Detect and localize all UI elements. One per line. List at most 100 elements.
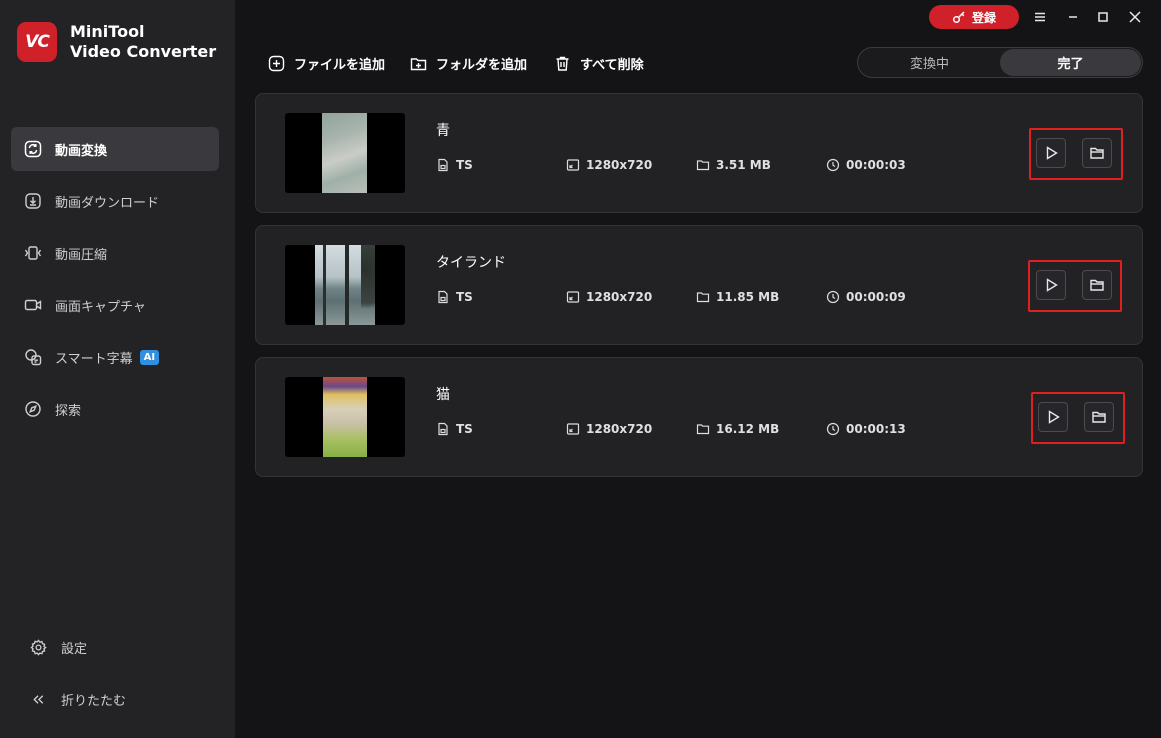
duration-value: 00:00:09 bbox=[846, 290, 906, 304]
plus-circle-icon bbox=[268, 55, 285, 72]
open-folder-button[interactable] bbox=[1082, 138, 1112, 168]
app-logo: VC MiniTool Video Converter bbox=[17, 22, 216, 62]
clock-icon bbox=[826, 158, 840, 172]
video-thumbnail[interactable] bbox=[285, 113, 405, 193]
file-resolution: 1280x720 bbox=[566, 290, 652, 304]
register-button[interactable]: 登録 bbox=[929, 5, 1019, 29]
camera-icon bbox=[24, 299, 42, 311]
video-thumbnail[interactable] bbox=[285, 377, 405, 457]
play-icon bbox=[1046, 146, 1058, 160]
duration-value: 00:00:03 bbox=[846, 158, 906, 172]
file-size: 11.85 MB bbox=[696, 290, 779, 304]
open-folder-button[interactable] bbox=[1084, 402, 1114, 432]
file-duration: 00:00:09 bbox=[826, 290, 906, 304]
sidebar-item-label: 動画圧縮 bbox=[55, 247, 108, 263]
clock-icon bbox=[826, 290, 840, 304]
file-format: TS bbox=[436, 158, 473, 172]
add-file-button[interactable]: ファイルを追加 bbox=[268, 54, 385, 73]
resolution-value: 1280x720 bbox=[586, 422, 653, 436]
status-tabs: 変換中 完了 bbox=[857, 47, 1143, 78]
minimize-button[interactable] bbox=[1064, 8, 1082, 26]
minimize-icon bbox=[1069, 16, 1077, 18]
menu-button[interactable] bbox=[1031, 8, 1049, 26]
compress-icon bbox=[24, 246, 42, 260]
file-format: TS bbox=[436, 422, 473, 436]
action-highlight bbox=[1031, 392, 1125, 444]
tab-done[interactable]: 完了 bbox=[1000, 49, 1141, 76]
file-duration: 00:00:13 bbox=[826, 422, 906, 436]
sidebar: VC MiniTool Video Converter 動画変換 動画ダウンロー… bbox=[0, 0, 235, 738]
app-title-line1: MiniTool bbox=[70, 22, 145, 41]
download-icon bbox=[25, 193, 41, 209]
file-duration: 00:00:03 bbox=[826, 158, 906, 172]
close-button[interactable] bbox=[1126, 8, 1144, 26]
action-highlight bbox=[1029, 128, 1123, 180]
file-format-icon bbox=[438, 158, 448, 172]
sidebar-item-explore[interactable]: 探索 bbox=[11, 387, 219, 431]
folder-icon bbox=[1092, 411, 1106, 423]
sidebar-item-compress[interactable]: 動画圧縮 bbox=[11, 231, 219, 275]
subtitle-icon bbox=[25, 349, 42, 366]
size-value: 3.51 MB bbox=[716, 158, 771, 172]
close-icon bbox=[1129, 11, 1141, 23]
size-value: 11.85 MB bbox=[716, 290, 780, 304]
sidebar-item-convert[interactable]: 動画変換 bbox=[11, 127, 219, 171]
tab-converting[interactable]: 変換中 bbox=[859, 49, 1000, 76]
file-name: 青 bbox=[436, 123, 450, 139]
collapse-label: 折りたたむ bbox=[61, 694, 127, 709]
video-thumbnail[interactable] bbox=[285, 245, 405, 325]
app-title-line2: Video Converter bbox=[70, 42, 217, 61]
play-icon bbox=[1046, 278, 1058, 292]
folder-icon bbox=[696, 160, 710, 171]
add-file-label: ファイルを追加 bbox=[294, 58, 386, 73]
play-button[interactable] bbox=[1036, 138, 1066, 168]
play-button[interactable] bbox=[1038, 402, 1068, 432]
settings-label: 設定 bbox=[61, 642, 88, 657]
resolution-icon bbox=[566, 291, 580, 303]
file-size: 16.12 MB bbox=[696, 422, 779, 436]
sidebar-item-label: スマート字幕 bbox=[55, 351, 133, 367]
file-name: タイランド bbox=[436, 255, 506, 271]
gear-icon bbox=[30, 639, 47, 656]
sidebar-item-download[interactable]: 動画ダウンロード bbox=[11, 179, 219, 223]
sidebar-nav: 動画変換 動画ダウンロード 動画圧縮 画面キャプチャ スマート字幕 AI 探索 bbox=[11, 127, 219, 439]
sidebar-item-label: 探索 bbox=[55, 403, 82, 419]
sidebar-item-subtitle[interactable]: スマート字幕 AI bbox=[11, 335, 219, 379]
folder-icon bbox=[1090, 147, 1104, 159]
action-highlight bbox=[1028, 260, 1122, 312]
logo-icon: VC bbox=[17, 22, 57, 62]
file-resolution: 1280x720 bbox=[566, 158, 652, 172]
file-resolution: 1280x720 bbox=[566, 422, 652, 436]
duration-value: 00:00:13 bbox=[846, 422, 906, 436]
folder-icon bbox=[1090, 279, 1104, 291]
play-icon bbox=[1048, 410, 1060, 424]
file-name: 猫 bbox=[436, 387, 450, 403]
delete-all-label: すべて削除 bbox=[580, 58, 644, 73]
size-value: 16.12 MB bbox=[716, 422, 780, 436]
folder-icon bbox=[696, 292, 710, 303]
file-card: 猫 TS 1280x720 16.12 MB 00:00:13 bbox=[255, 357, 1143, 477]
add-folder-button[interactable]: フォルダを追加 bbox=[410, 54, 527, 73]
file-card: タイランド TS 1280x720 11.85 MB 00:00:09 bbox=[255, 225, 1143, 345]
double-chevron-left-icon bbox=[33, 695, 44, 704]
key-icon bbox=[952, 11, 965, 24]
folder-plus-icon bbox=[410, 58, 427, 71]
settings-button[interactable]: 設定 bbox=[30, 638, 87, 657]
file-format: TS bbox=[436, 290, 473, 304]
maximize-button[interactable] bbox=[1094, 8, 1112, 26]
format-value: TS bbox=[456, 158, 473, 172]
add-folder-label: フォルダを追加 bbox=[436, 58, 528, 73]
register-label: 登録 bbox=[971, 10, 996, 25]
sidebar-item-capture[interactable]: 画面キャプチャ bbox=[11, 283, 219, 327]
ai-badge: AI bbox=[139, 349, 160, 365]
resolution-icon bbox=[566, 159, 580, 171]
resolution-icon bbox=[566, 423, 580, 435]
resolution-value: 1280x720 bbox=[586, 290, 653, 304]
file-size: 3.51 MB bbox=[696, 158, 771, 172]
resolution-value: 1280x720 bbox=[586, 158, 653, 172]
play-button[interactable] bbox=[1036, 270, 1066, 300]
open-folder-button[interactable] bbox=[1082, 270, 1112, 300]
collapse-button[interactable]: 折りたたむ bbox=[30, 690, 126, 709]
maximize-icon bbox=[1098, 12, 1108, 22]
delete-all-button[interactable]: すべて削除 bbox=[554, 54, 644, 73]
